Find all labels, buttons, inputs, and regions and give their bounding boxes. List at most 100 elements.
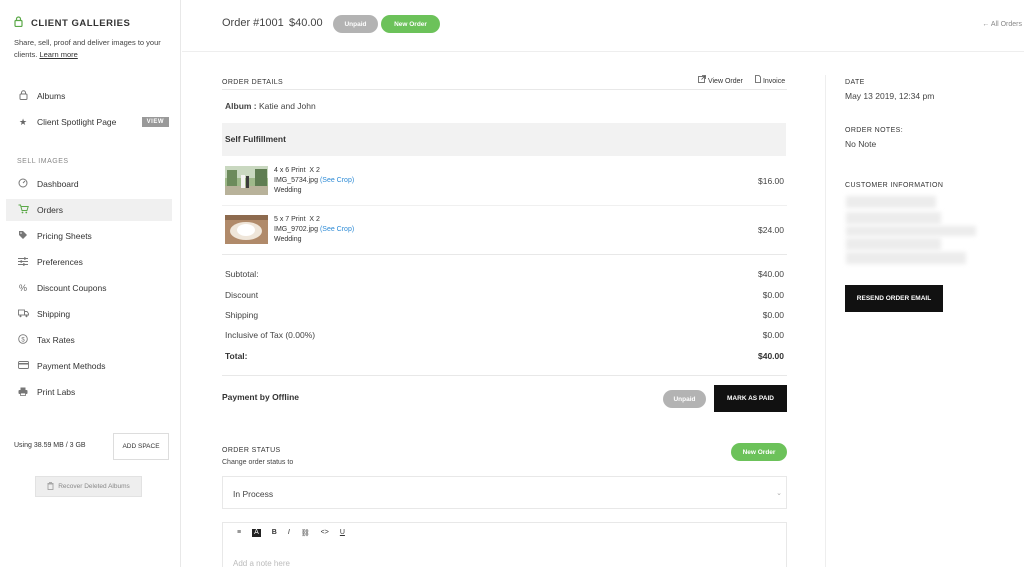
customer-info-label: CUSTOMER INFORMATION xyxy=(845,182,944,189)
total-value: $40.00 xyxy=(758,351,784,361)
brand-title: CLIENT GALLERIES xyxy=(31,17,131,29)
sidebar-item-shipping[interactable]: Shipping xyxy=(6,303,172,325)
order-notes-value: No Note xyxy=(845,139,877,149)
file-name: IMG_9702.jpg xyxy=(274,226,318,233)
arrow-left-icon: ← xyxy=(982,21,990,28)
sidebar-item-discount-coupons[interactable]: % Discount Coupons xyxy=(6,277,172,299)
item-meta: 4 x 6 Print X 2 IMG_5734.jpg (See Crop) … xyxy=(274,166,354,196)
new-order-status-badge: New Order xyxy=(731,443,787,461)
sidebar-item-label: Client Spotlight Page xyxy=(37,117,117,127)
card-icon xyxy=(16,361,30,371)
mark-as-paid-button[interactable]: MARK AS PAID xyxy=(714,385,787,412)
order-status-value: In Process xyxy=(233,489,274,499)
order-status-select[interactable]: In Process ⌄ xyxy=(222,476,787,509)
item-collection: Wedding xyxy=(274,236,302,243)
invoice-link[interactable]: Invoice xyxy=(755,75,785,85)
discount-value: $0.00 xyxy=(762,290,784,300)
divider xyxy=(222,205,787,206)
redacted-line xyxy=(846,252,966,264)
date-value: May 13 2019, 12:34 pm xyxy=(845,91,935,101)
add-space-button[interactable]: ADD SPACE xyxy=(113,433,169,460)
underline-icon[interactable]: U xyxy=(340,529,345,537)
item-thumbnail[interactable] xyxy=(225,166,268,195)
bold-icon[interactable]: B xyxy=(272,529,277,537)
item-thumbnail[interactable] xyxy=(225,215,268,244)
section-label-sell-images: SELL IMAGES xyxy=(17,158,69,165)
sidebar-item-print-labs[interactable]: Print Labs xyxy=(6,381,172,403)
total-label: Total: xyxy=(225,351,248,361)
invoice-label: Invoice xyxy=(762,78,786,85)
code-icon[interactable]: <> xyxy=(321,529,329,537)
lock-icon xyxy=(16,90,30,102)
print-qty: X 2 xyxy=(309,167,320,174)
view-badge[interactable]: VIEW xyxy=(141,117,169,127)
all-orders-link[interactable]: ← All Orders xyxy=(982,21,1022,28)
sidebar-item-label: Albums xyxy=(37,91,66,101)
album-row: Album : Katie and John xyxy=(225,101,316,111)
tax-label: Inclusive of Tax (0.00%) xyxy=(225,330,316,340)
item-price: $16.00 xyxy=(758,176,784,186)
recover-deleted-albums-button[interactable]: Recover Deleted Albums xyxy=(35,476,142,497)
sidebar: CLIENT GALLERIES Share, sell, proof and … xyxy=(0,0,181,567)
percent-icon: % xyxy=(18,283,27,293)
sidebar-brand: CLIENT GALLERIES xyxy=(14,16,130,30)
italic-icon[interactable]: I xyxy=(288,529,290,537)
sidebar-item-client-spotlight[interactable]: ★ Client Spotlight Page VIEW xyxy=(6,111,172,133)
sidebar-item-preferences[interactable]: Preferences xyxy=(6,251,172,273)
sidebar-item-tax-rates[interactable]: $ Tax Rates xyxy=(6,329,172,351)
dollar-icon: $ xyxy=(16,334,30,346)
sidebar-item-label: Orders xyxy=(37,205,63,215)
item-meta: 5 x 7 Print X 2 IMG_9702.jpg (See Crop) … xyxy=(274,215,354,245)
fulfillment-label: Self Fulfillment xyxy=(225,134,286,144)
link-icon[interactable]: ⛓ xyxy=(301,529,310,537)
sidebar-item-albums[interactable]: Albums xyxy=(6,85,172,107)
truck-icon xyxy=(16,309,30,320)
shipping-label: Shipping xyxy=(225,310,259,320)
item-price: $24.00 xyxy=(758,225,784,235)
editor-toolbar: ≡ A B I ⛓ <> U xyxy=(237,529,345,537)
order-status-subtitle: Change order status to xyxy=(222,459,294,466)
see-crop-link[interactable]: (See Crop) xyxy=(320,177,354,184)
sidebar-item-pricing-sheets[interactable]: Pricing Sheets xyxy=(6,225,172,247)
sidebar-item-dashboard[interactable]: Dashboard xyxy=(6,173,172,195)
note-editor[interactable]: ≡ A B I ⛓ <> U Add a note here xyxy=(222,522,787,567)
subtotal-label: Subtotal: xyxy=(225,269,259,279)
sidebar-item-label: Shipping xyxy=(37,309,71,319)
unpaid-status-badge: Unpaid xyxy=(333,15,378,33)
storage-usage: Using 38.59 MB / 3 GB xyxy=(14,442,86,449)
align-icon[interactable]: ≡ xyxy=(237,529,241,537)
sidebar-item-payment-methods[interactable]: Payment Methods xyxy=(6,355,172,377)
print-qty: X 2 xyxy=(309,216,320,223)
trash-icon xyxy=(47,481,54,492)
text-color-icon[interactable]: A xyxy=(252,529,261,537)
printer-icon xyxy=(16,387,30,398)
sidebar-item-label: Preferences xyxy=(37,257,83,267)
sidebar-item-label: Discount Coupons xyxy=(37,283,107,293)
item-file-line: IMG_9702.jpg (See Crop) xyxy=(274,225,354,235)
print-size: 4 x 6 Print xyxy=(274,167,306,174)
learn-more-link[interactable]: Learn more xyxy=(39,50,77,59)
sidebar-item-orders[interactable]: Orders xyxy=(6,199,172,221)
all-orders-label: All Orders xyxy=(990,21,1022,28)
order-notes-label: ORDER NOTES: xyxy=(845,127,904,134)
new-order-status-badge: New Order xyxy=(381,15,440,33)
item-print-line: 5 x 7 Print X 2 xyxy=(274,215,354,225)
svg-text:$: $ xyxy=(21,337,25,343)
divider xyxy=(222,375,787,376)
order-status-heading: ORDER STATUS xyxy=(222,447,281,454)
discount-label: Discount xyxy=(225,290,259,300)
cart-icon xyxy=(16,204,30,216)
order-details-heading: ORDER DETAILS xyxy=(222,79,284,86)
external-link-icon xyxy=(698,75,708,85)
column-divider xyxy=(825,75,826,567)
see-crop-link[interactable]: (See Crop) xyxy=(320,226,354,233)
gauge-icon xyxy=(16,178,30,190)
album-label: Album : xyxy=(225,101,257,111)
view-order-link[interactable]: View Order xyxy=(698,75,743,85)
date-label: DATE xyxy=(845,79,865,86)
redacted-line xyxy=(846,226,976,236)
payment-method-label: Payment by Offline xyxy=(222,392,299,402)
resend-order-email-button[interactable]: RESEND ORDER EMAIL xyxy=(845,285,943,312)
note-placeholder: Add a note here xyxy=(233,559,290,567)
payment-status-badge: Unpaid xyxy=(663,390,706,408)
